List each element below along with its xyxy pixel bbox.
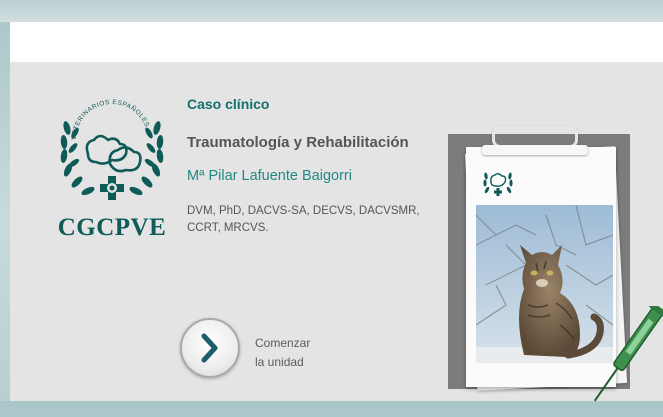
author-credentials: DVM, PhD, DACVS-SA, DECVS, DACVSMR, CCRT… bbox=[187, 205, 420, 234]
brand-name: CGCPVE bbox=[57, 214, 167, 241]
logo-arc-text: VETERINARIOS ESPAÑOLES bbox=[71, 99, 150, 140]
author-name: Mª Pilar Lafuente Baigorri bbox=[187, 168, 352, 184]
course-topic: Traumatología y Rehabilitación bbox=[187, 134, 409, 151]
start-unit-button[interactable] bbox=[180, 318, 240, 378]
cgcpve-emblem-icon: VETERINARIOS ESPAÑOLES bbox=[60, 99, 164, 200]
start-label-line2: la unidad bbox=[255, 355, 304, 369]
header-strip bbox=[10, 22, 663, 62]
chevron-right-icon bbox=[201, 333, 218, 363]
top-bar bbox=[0, 0, 663, 22]
clipboard-clip-bar bbox=[482, 145, 588, 155]
syringe-icon bbox=[584, 302, 663, 412]
svg-text:VETERINARIOS ESPAÑOLES: VETERINARIOS ESPAÑOLES bbox=[71, 99, 151, 140]
mini-logo-icon bbox=[478, 160, 518, 200]
cgcpve-logo: VETERINARIOS ESPAÑOLES bbox=[50, 84, 174, 241]
course-card: VETERINARIOS ESPAÑOLES bbox=[10, 62, 663, 402]
start-label-line1: Comenzar bbox=[255, 336, 311, 350]
start-unit-label[interactable]: Comenzar la unidad bbox=[255, 334, 345, 372]
section-label: Caso clínico bbox=[187, 96, 270, 112]
